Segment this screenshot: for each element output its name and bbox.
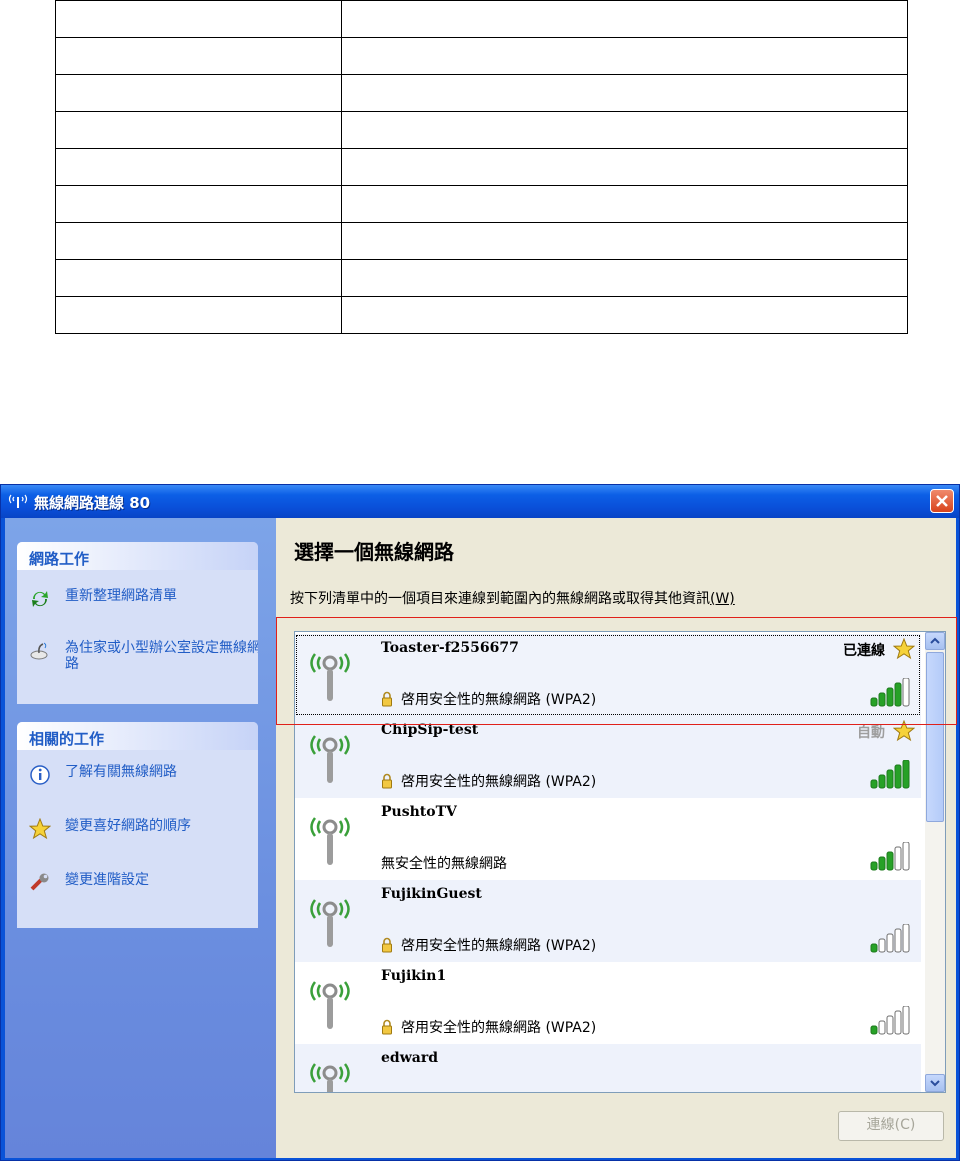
wireless-antenna-icon	[305, 892, 355, 952]
signal-bar	[902, 760, 910, 789]
network-item[interactable]: edward	[295, 1044, 921, 1092]
instruction-accesskey: (W)	[710, 591, 735, 607]
signal-bar	[878, 774, 886, 789]
close-button[interactable]	[930, 489, 954, 513]
signal-bar	[870, 943, 878, 953]
signal-bar	[878, 1020, 886, 1035]
wireless-connection-window: 無線網路連線 80 網路工作 重新整理網路清單 為住家或小型辦公室設定無線網路 …	[0, 484, 960, 1161]
signal-bar	[870, 861, 878, 871]
wireless-icon	[7, 493, 29, 509]
wireless-antenna-icon	[305, 810, 355, 870]
annotation-highlight-box	[276, 617, 957, 725]
signal-bar	[902, 1006, 910, 1035]
window-title: 無線網路連線 80	[34, 494, 151, 512]
chevron-down-icon	[930, 1080, 940, 1087]
signal-bar	[886, 933, 894, 953]
signal-strength-icon	[870, 924, 910, 953]
info-icon	[29, 764, 51, 786]
network-security-label: 啓用安全性的無線網路 (WPA2)	[401, 774, 597, 790]
network-item[interactable]: Fujikin1 啓用安全性的無線網路 (WPA2)	[295, 962, 921, 1044]
signal-bar	[902, 924, 910, 953]
network-ssid: FujikinGuest	[381, 886, 482, 902]
network-security: 啓用安全性的無線網路 (WPA2)	[381, 1017, 596, 1037]
network-ssid: Fujikin1	[381, 968, 447, 984]
setup-home-network-label: 為住家或小型辦公室設定無線網路	[65, 640, 258, 672]
signal-strength-icon	[870, 842, 910, 871]
network-ssid: PushtoTV	[381, 804, 457, 820]
scroll-down-button[interactable]	[925, 1074, 945, 1092]
home-network-setup-icon	[29, 640, 51, 662]
signal-strength-icon	[870, 760, 910, 789]
wireless-antenna-icon	[305, 1056, 355, 1092]
signal-bar	[870, 779, 878, 789]
signal-bar	[902, 842, 910, 871]
network-list-pane: 選擇一個無線網路 按下列清單中的一個項目來連線到範圍內的無線網路或取得其他資訊(…	[276, 518, 956, 1158]
close-icon	[936, 495, 948, 507]
signal-bar	[894, 764, 902, 789]
network-security: 啓用安全性的無線網路 (WPA2)	[381, 771, 596, 791]
title-bar[interactable]: 無線網路連線 80	[1, 485, 959, 518]
signal-bar	[894, 1010, 902, 1035]
refresh-network-list-label: 重新整理網路清單	[65, 588, 177, 604]
network-status: 自動	[857, 725, 885, 741]
instruction-label: 按下列清單中的一個項目來連線到範圍內的無線網路或取得其他資訊	[290, 591, 710, 607]
network-ssid: edward	[381, 1050, 438, 1066]
wireless-antenna-icon	[305, 974, 355, 1034]
task-pane: 網路工作 重新整理網路清單 為住家或小型辦公室設定無線網路 相關的工作 了解有關…	[5, 518, 276, 1158]
network-security-label: 啓用安全性的無線網路 (WPA2)	[401, 938, 597, 954]
signal-strength-icon	[870, 1006, 910, 1035]
lock-icon	[381, 937, 393, 953]
empty-table	[55, 0, 908, 334]
related-tasks-header[interactable]: 相關的工作	[17, 722, 258, 750]
network-item[interactable]: ChipSip-test 啓用安全性的無線網路 (WPA2) 自動	[295, 716, 921, 798]
network-item[interactable]: FujikinGuest 啓用安全性的無線網路 (WPA2)	[295, 880, 921, 962]
page-title: 選擇一個無線網路	[294, 540, 454, 564]
network-security: 啓用安全性的無線網路 (WPA2)	[381, 935, 596, 955]
connect-button[interactable]: 連線(C)	[838, 1111, 944, 1141]
network-item[interactable]: PushtoTV 無安全性的無線網路	[295, 798, 921, 880]
star-icon	[28, 817, 52, 840]
network-tasks-box: 網路工作 重新整理網路清單 為住家或小型辦公室設定無線網路	[17, 542, 258, 704]
signal-bar	[870, 1025, 878, 1035]
signal-bar	[894, 928, 902, 953]
change-advanced-settings-label: 變更進階設定	[65, 872, 149, 888]
refresh-icon	[29, 588, 51, 610]
signal-bar	[886, 769, 894, 789]
network-security-label: 啓用安全性的無線網路 (WPA2)	[401, 1020, 597, 1036]
network-tasks-header[interactable]: 網路工作	[17, 542, 258, 570]
signal-bar	[878, 856, 886, 871]
change-preferred-order-label: 變更喜好網路的順序	[65, 818, 191, 834]
wireless-antenna-icon	[305, 728, 355, 788]
network-security: 無安全性的無線網路	[381, 853, 507, 873]
learn-wireless-label: 了解有關無線網路	[65, 764, 177, 780]
instruction-text: 按下列清單中的一個項目來連線到範圍內的無線網路或取得其他資訊(W)	[290, 588, 735, 608]
related-tasks-box: 相關的工作 了解有關無線網路 變更喜好網路的順序 變更進階設定	[17, 722, 258, 928]
signal-bar	[886, 851, 894, 871]
lock-icon	[381, 1019, 393, 1035]
wrench-icon	[29, 872, 51, 894]
network-security-label: 無安全性的無線網路	[381, 856, 507, 872]
signal-bar	[878, 938, 886, 953]
lock-icon	[381, 773, 393, 789]
signal-bar	[894, 846, 902, 871]
signal-bar	[886, 1015, 894, 1035]
